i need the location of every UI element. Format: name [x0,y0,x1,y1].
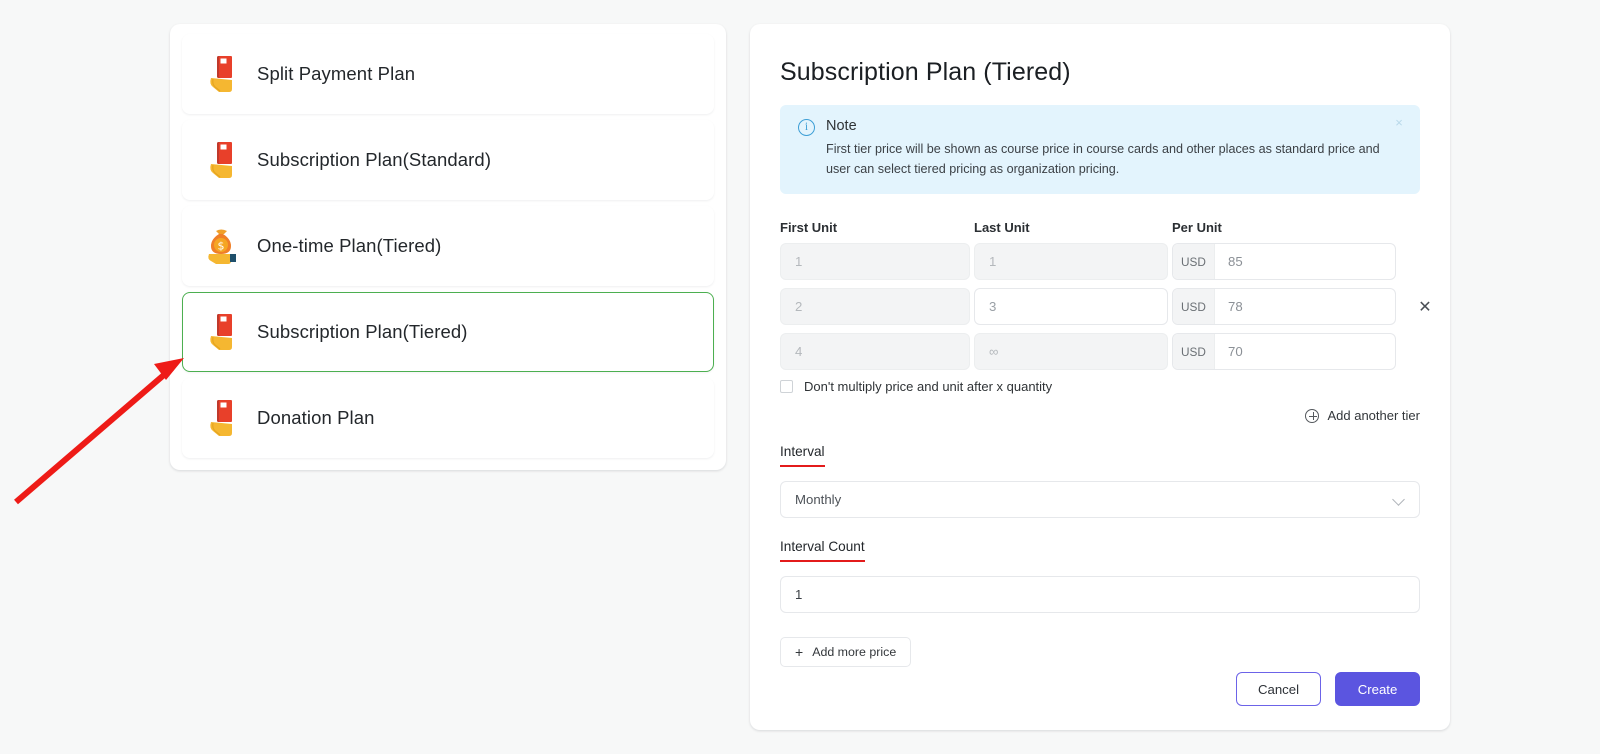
interval-select[interactable]: Monthly [780,481,1420,519]
plan-list-item-label: Subscription Plan(Standard) [257,149,492,170]
plan-list-item-label: One-time Plan(Tiered) [257,235,442,256]
per-unit-input[interactable]: 78 [1215,289,1395,324]
add-more-price-label: Add more price [812,645,897,660]
svg-text:$: $ [218,240,225,253]
money-bag-in-hand-icon: $ [205,225,239,267]
interval-count-field: Interval Count 1 [780,538,1420,614]
tier-table-header: First Unit Last Unit Per Unit [780,220,1420,235]
interval-field: Interval Monthly [780,443,1420,519]
last-unit-input[interactable]: 3 [974,288,1168,326]
interval-count-label: Interval Count [780,539,865,563]
tier-row: 4 ∞ USD 70 [780,333,1420,371]
plan-list-item-subscription-plan-standard[interactable]: Subscription Plan(Standard) [182,120,714,200]
tier-pricing-table: First Unit Last Unit Per Unit 1 1 USD 85… [780,220,1432,371]
multiply-checkbox-row[interactable]: Don't multiply price and unit after x qu… [780,379,1420,394]
card-in-hand-icon [205,397,239,439]
plan-list-item-label: Donation Plan [257,407,375,428]
cancel-button[interactable]: Cancel [1236,672,1321,706]
per-unit-input[interactable]: 70 [1215,334,1395,369]
plan-list-item-label: Split Payment Plan [257,63,416,84]
currency-label: USD [1173,289,1215,325]
plan-list-item-label: Subscription Plan(Tiered) [257,321,468,342]
multiply-checkbox-label: Don't multiply price and unit after x qu… [804,379,1053,395]
plan-list-item-split-payment-plan[interactable]: Split Payment Plan [182,34,714,114]
close-icon[interactable]: × [1392,116,1406,130]
plan-list-item-subscription-plan-tiered[interactable]: Subscription Plan(Tiered) [182,292,714,372]
plan-list-item-donation-plan[interactable]: Donation Plan [182,378,714,458]
currency-label: USD [1173,334,1215,370]
currency-label: USD [1173,244,1215,280]
note-banner: i Note First tier price will be shown as… [780,105,1420,195]
interval-label: Interval [780,444,825,468]
card-in-hand-icon [205,139,239,181]
column-header-per-unit: Per Unit [1172,220,1222,236]
first-unit-input[interactable]: 2 [780,288,970,326]
per-unit-input-group: USD 70 [1172,333,1396,371]
card-in-hand-icon [205,53,239,95]
form-actions: Cancel Create [1236,672,1420,706]
multiply-checkbox[interactable] [780,380,793,394]
per-unit-input-group: USD 78 [1172,288,1396,326]
interval-count-input[interactable]: 1 [780,576,1420,614]
tier-row: 2 3 USD 78 ✕ [780,288,1432,326]
add-more-price-button[interactable]: + Add more price [780,637,912,668]
plan-list-item-one-time-plan-tiered[interactable]: $ One-time Plan(Tiered) [182,206,714,286]
per-unit-input[interactable]: 85 [1215,244,1395,279]
create-button[interactable]: Create [1335,672,1420,706]
first-unit-input[interactable]: 1 [780,243,970,281]
remove-tier-icon[interactable]: ✕ [1410,297,1440,317]
first-unit-input[interactable]: 4 [780,333,970,371]
plus-icon: + [795,644,804,661]
add-another-tier-button[interactable]: Add another tier [1305,408,1420,423]
tier-row: 1 1 USD 85 [780,243,1420,281]
column-header-last-unit: Last Unit [974,220,1030,236]
chevron-down-icon [1392,493,1405,506]
add-another-tier-row: Add another tier [780,408,1420,423]
interval-count-value: 1 [795,587,803,603]
per-unit-input-group: USD 85 [1172,243,1396,281]
plan-form-panel: Subscription Plan (Tiered) i Note First … [750,24,1450,730]
page-title: Subscription Plan (Tiered) [780,58,1071,86]
add-another-tier-label: Add another tier [1327,408,1420,424]
note-title: Note [826,118,857,134]
card-in-hand-icon [205,311,239,353]
interval-selected-value: Monthly [795,492,842,508]
column-header-first-unit: First Unit [780,220,838,236]
info-icon: i [798,119,815,136]
last-unit-input[interactable]: 1 [974,243,1168,281]
plan-list-panel: Split Payment Plan Subscription Plan(Sta… [170,24,726,470]
last-unit-input[interactable]: ∞ [974,333,1168,371]
circle-plus-icon [1305,408,1320,423]
note-body: First tier price will be shown as course… [826,142,1380,176]
